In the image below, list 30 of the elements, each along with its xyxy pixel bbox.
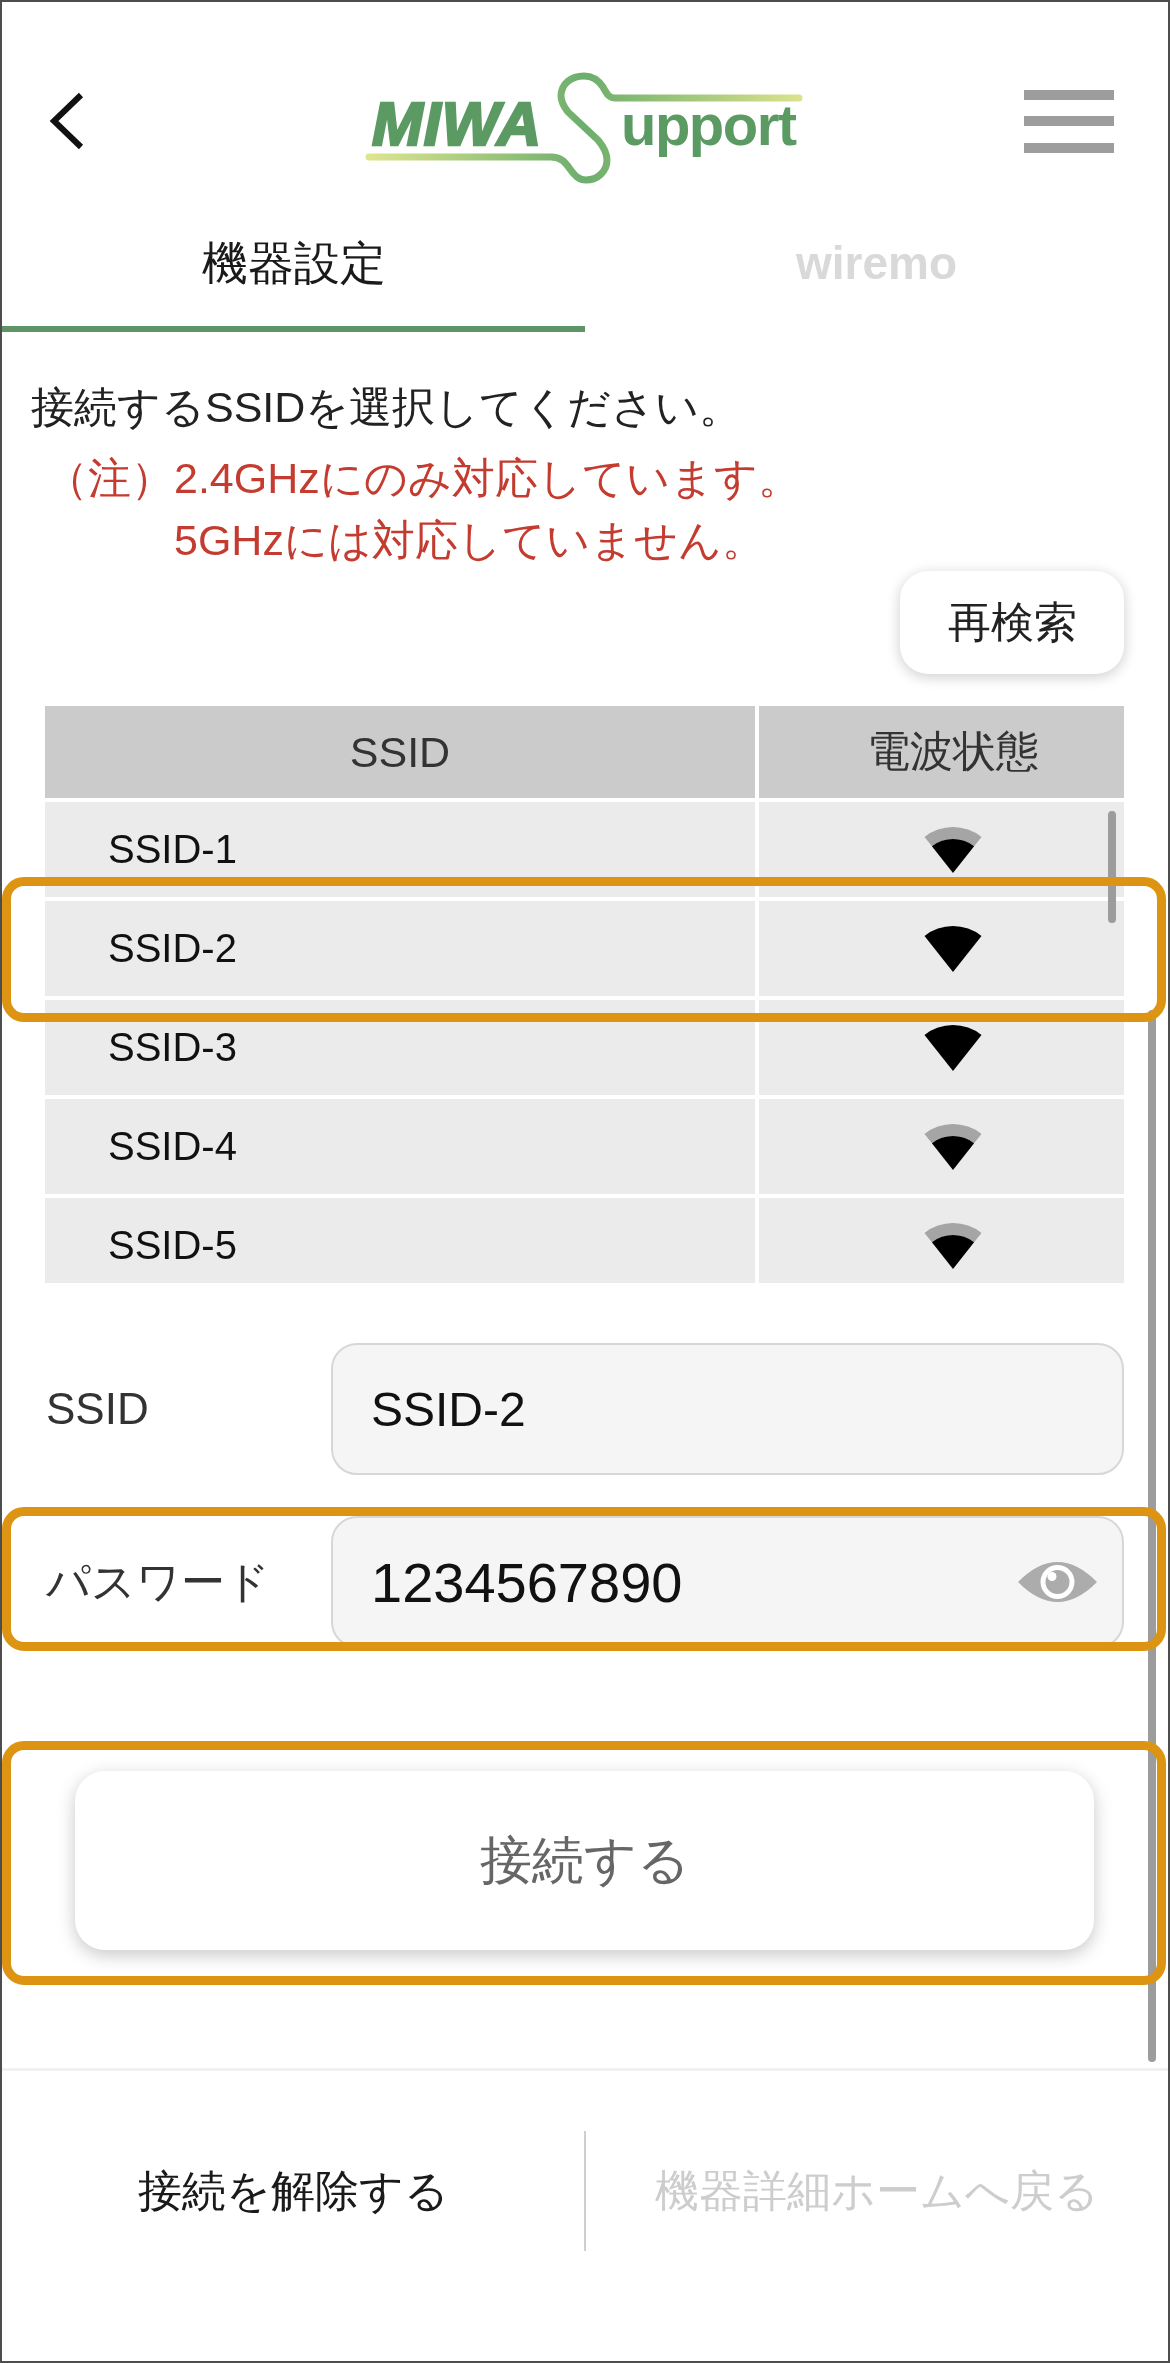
ssid-field[interactable]: SSID-2 (331, 1343, 1124, 1475)
wifi-signal-icon (923, 826, 982, 873)
connect-button[interactable]: 接続する (75, 1771, 1094, 1950)
ssid-name: SSID-3 (108, 1025, 237, 1070)
note-text: 5GHzには対応していません。 (174, 515, 765, 566)
ssid-row[interactable]: SSID-4 (45, 1099, 1124, 1194)
brand-logo: MIWA upport (365, 71, 805, 187)
ssid-name: SSID-4 (108, 1124, 237, 1169)
wifi-signal-icon (923, 1024, 982, 1071)
ssid-row[interactable]: SSID-5 (45, 1198, 1124, 1283)
ssid-row[interactable]: SSID-3 (45, 1000, 1124, 1095)
column-header: 電波状態 (866, 726, 1039, 777)
tab[interactable]: 機器設定 (2, 240, 585, 332)
wifi-signal-icon (923, 1222, 982, 1269)
note-label: （注） (45, 453, 174, 504)
menu-icon[interactable] (1024, 89, 1114, 153)
ssid-row[interactable]: SSID-2 (45, 901, 1124, 996)
rescan-button[interactable]: 再検索 (900, 571, 1124, 674)
field-label: SSID (46, 1384, 149, 1434)
instruction-text: 接続するSSIDを選択してください。 (31, 382, 743, 433)
ssid-name: SSID-2 (108, 926, 237, 971)
footer-link[interactable]: 接続を解除する (137, 2161, 449, 2221)
ssid-name: SSID-1 (108, 827, 237, 872)
note-text: 2.4GHzにのみ対応しています。 (174, 453, 801, 504)
field-label: パスワード (46, 1555, 270, 1608)
wifi-signal-icon (923, 1123, 982, 1170)
ssid-row[interactable]: SSID-1 (45, 802, 1124, 897)
ssid-name: SSID-5 (108, 1223, 237, 1268)
wifi-signal-icon (923, 925, 982, 972)
column-header: SSID (349, 727, 451, 777)
